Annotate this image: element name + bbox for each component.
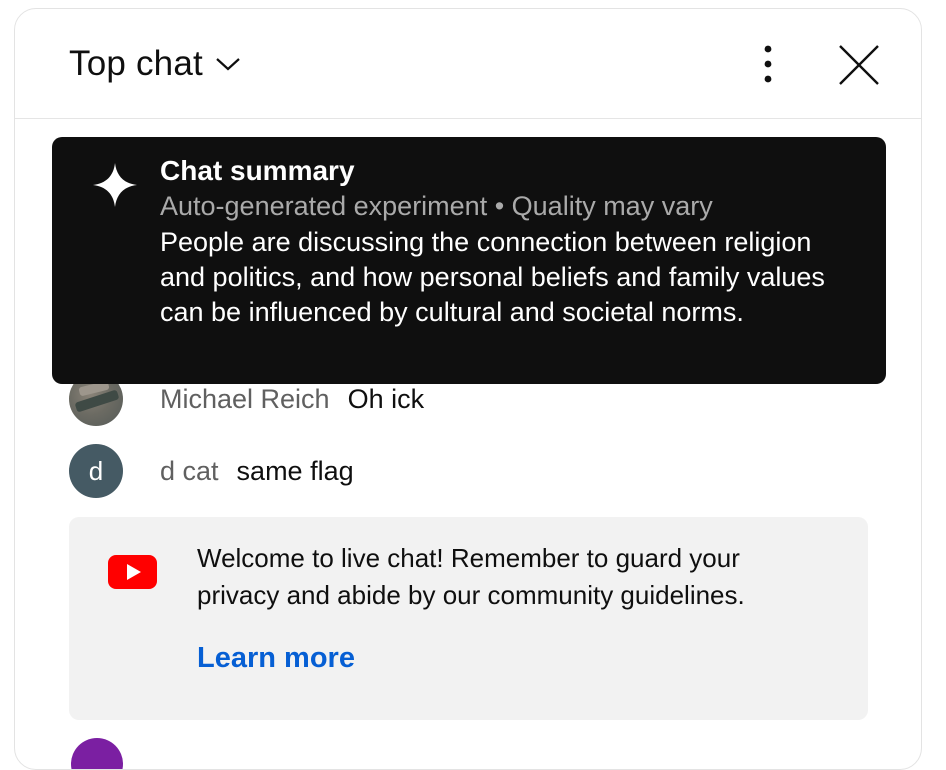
chat-summary-disclaimer: Auto-generated experiment • Quality may … [160, 191, 713, 221]
chat-message: d d cat same flag [69, 443, 354, 499]
welcome-banner: Welcome to live chat! Remember to guard … [69, 517, 868, 720]
chat-mode-dropdown[interactable]: Top chat [69, 42, 241, 86]
chat-summary-card: Chat summary Auto-generated experiment •… [52, 137, 886, 384]
chevron-down-icon [215, 51, 241, 77]
sparkle-icon [91, 161, 139, 209]
chat-summary-text: People are discussing the connection bet… [160, 227, 825, 327]
message-text: same flag [236, 455, 354, 486]
chat-header: Top chat [15, 9, 921, 119]
message-author[interactable]: d cat [160, 456, 219, 487]
welcome-message: Welcome to live chat! Remember to guard … [197, 543, 745, 610]
message-author[interactable]: Michael Reich [160, 384, 330, 415]
avatar[interactable] [71, 738, 123, 769]
close-button[interactable] [835, 41, 883, 89]
youtube-icon [108, 555, 157, 589]
chat-summary-title: Chat summary [160, 155, 355, 186]
more-vertical-icon [748, 45, 788, 91]
avatar[interactable]: d [69, 444, 123, 498]
chat-mode-label: Top chat [69, 44, 203, 83]
more-options-button[interactable] [748, 41, 788, 87]
close-icon [835, 45, 883, 93]
live-chat-panel: Top chat Chat summary Auto-generated exp… [14, 8, 922, 770]
message-text: Oh ick [347, 383, 425, 414]
learn-more-link[interactable]: Learn more [197, 642, 355, 675]
